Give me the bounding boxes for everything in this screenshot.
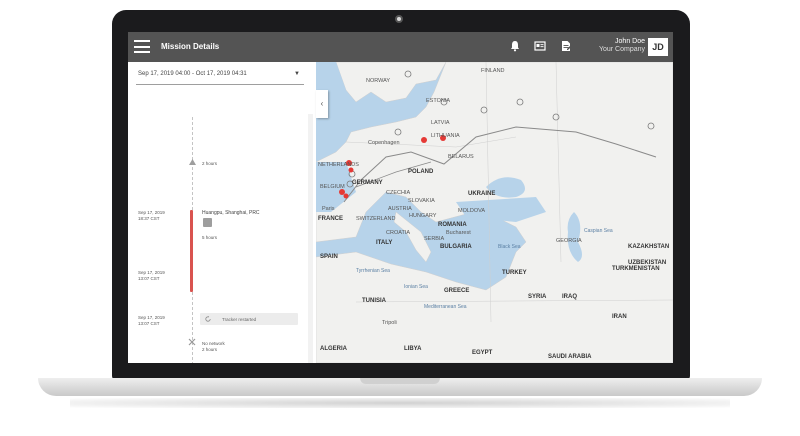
map-label-tripoli: Tripoli (382, 320, 397, 326)
avatar[interactable]: JD (648, 38, 668, 56)
map-label-slovakia: SLOVAKIA (408, 198, 435, 204)
map-label-netherlands: NETHERLANDS (318, 162, 359, 168)
no-network-label: No network (202, 341, 225, 346)
date-range-underline (136, 84, 304, 85)
map-label-poland: POLAND (408, 169, 434, 175)
map-label-iran: IRAN (612, 314, 627, 320)
map-label-black-sea: Black Sea (498, 244, 521, 250)
map-view[interactable]: FINLAND NORWAY ESTONIA LATVIA LITHUANIA … (316, 62, 673, 363)
map-label-turkey: TURKEY (502, 270, 527, 276)
map-label-turkmenistan: TURKMENISTAN (612, 266, 660, 272)
bell-icon[interactable] (509, 40, 521, 52)
map-canvas[interactable]: FINLAND NORWAY ESTONIA LATVIA LITHUANIA … (316, 62, 673, 363)
map-label-greece: GREECE (444, 288, 469, 294)
map-label-belarus: BELARUS (448, 154, 474, 160)
event-time: 18:37 CST (138, 216, 160, 221)
chevron-down-icon[interactable]: ▼ (294, 71, 300, 77)
map-label-czechia: CZECHIA (386, 190, 410, 196)
map-label-croatia: CROATIA (386, 230, 410, 236)
map-label-estonia: ESTONIA (426, 98, 450, 104)
cloud-icon (203, 218, 212, 227)
event-location[interactable]: Huangpu, Shanghai, PRC (202, 210, 260, 216)
map-label-egypt: EGYPT (472, 350, 493, 356)
map-label-paris: Paris (322, 206, 335, 212)
collapse-panel-button[interactable]: ‹ (316, 90, 328, 118)
laptop-shadow (70, 398, 730, 408)
date-range-select[interactable]: Sep 17, 2019 04:00 - Oct 17, 2019 04:31 (138, 71, 247, 77)
top-duration: 2 hours (202, 161, 218, 166)
map-label-syria: SYRIA (528, 294, 547, 300)
map-label-copenhagen: Copenhagen (368, 140, 400, 146)
map-label-bulgaria: BULGARIA (440, 244, 472, 250)
app-screen: Mission Details John Doe Your Company JD… (128, 32, 673, 363)
top-bar: Mission Details John Doe Your Company JD (128, 32, 673, 62)
map-label-germany: GERMANY (352, 180, 383, 186)
camera-dot (395, 15, 403, 23)
map-label-kazakhstan: KAZAKHSTAN (628, 244, 669, 250)
document-edit-icon[interactable] (560, 40, 572, 52)
restart-icon (205, 316, 211, 322)
panel-scrollbar[interactable] (308, 114, 313, 363)
map-label-caspian-sea: Caspian Sea (584, 228, 613, 234)
user-company: Your Company (598, 46, 645, 53)
tracker-time: 13:07 CST (138, 321, 160, 326)
map-label-lithuania: LITHUANIA (431, 133, 460, 139)
map-label-hungary: HUNGARY (409, 213, 437, 219)
map-label-belgium: BELGIUM (320, 184, 345, 190)
map-label-italy: ITALY (376, 240, 392, 246)
mid-time: 13:07 CST (138, 276, 160, 281)
map-label-mediterranean-sea: Mediterranean Sea (424, 304, 467, 310)
timeline-panel: Sep 17, 2019 04:00 - Oct 17, 2019 04:31 … (128, 62, 316, 363)
map-label-switzerland: SWITZERLAND (356, 216, 395, 222)
map-label-bucharest: Bucharest (446, 230, 471, 236)
map-label-ukraine: UKRAINE (468, 191, 495, 197)
page-title: Mission Details (161, 42, 220, 51)
map-label-saudi-arabia: SAUDI ARABIA (548, 354, 592, 360)
event-duration: 5 hours (202, 235, 218, 240)
map-label-austria: AUSTRIA (388, 206, 412, 212)
laptop-notch (360, 378, 440, 384)
close-icon (188, 338, 196, 346)
stop-duration-bar[interactable] (190, 210, 193, 292)
map-label-libya: LIBYA (404, 346, 422, 352)
map-label-algeria: ALGERIA (320, 346, 348, 352)
map-label-serbia: SERBIA (424, 236, 445, 242)
id-card-icon[interactable] (534, 40, 546, 52)
map-label-latvia: LATVIA (431, 120, 450, 126)
map-label-romania: ROMANIA (438, 222, 467, 228)
map-label-norway: NORWAY (366, 78, 390, 84)
map-label-finland: FINLAND (481, 68, 505, 74)
map-label-spain: SPAIN (320, 254, 338, 260)
map-label-tyrrhenian-sea: Tyrrhenian Sea (356, 268, 390, 274)
no-network-duration: 2 hours (202, 347, 218, 352)
arrow-up-icon (189, 159, 196, 165)
map-label-france: FRANCE (318, 216, 343, 222)
map-label-tunisia: TUNISIA (362, 298, 387, 304)
map-label-ionian-sea: Ionian Sea (404, 284, 428, 290)
tracker-label: Tracker restarted (222, 317, 257, 322)
user-name: John Doe (615, 38, 645, 45)
map-label-iraq: IRAQ (562, 294, 577, 300)
map-label-moldova: MOLDOVA (458, 208, 485, 214)
map-label-georgia: GEORGIA (556, 238, 582, 244)
menu-icon[interactable] (134, 40, 150, 53)
